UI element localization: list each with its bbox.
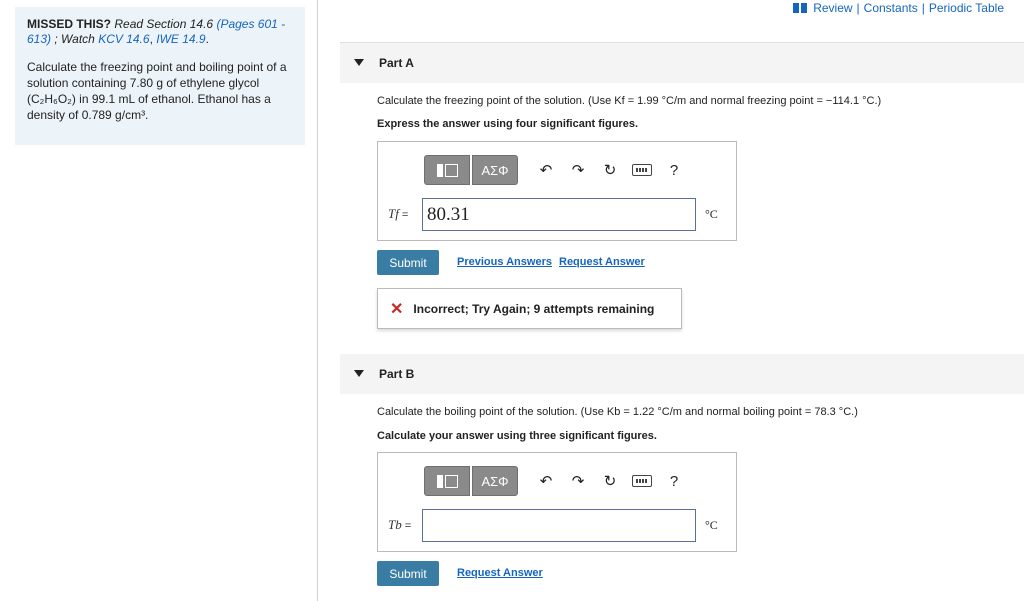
templates-icon [436,474,458,488]
hint-panel: MISSED THIS? Read Section 14.6 (Pages 60… [15,7,305,145]
feedback-text: Incorrect; Try Again; 9 attempts remaini… [413,301,655,316]
greek-button[interactable]: ΑΣΦ [472,466,518,496]
redo-icon[interactable]: ↷ [562,466,594,496]
separator: | [921,1,925,15]
part-a-header[interactable]: Part A [340,43,1024,83]
read-section-label: Read Section [114,17,187,31]
part-a-instruction: Express the answer using four significan… [377,118,639,130]
part-a-request-answer-link[interactable]: Request Answer [559,256,645,268]
part-a-answer-input[interactable] [422,198,696,231]
tb-symbol: Tb [388,517,402,532]
separator: | [856,1,860,15]
collapse-triangle-icon[interactable] [354,370,364,377]
tf-symbol: Tf [388,206,399,221]
redo-icon[interactable]: ↷ [562,155,594,185]
part-a-question: Calculate the freezing point of the solu… [377,95,882,107]
incorrect-feedback: ✕ Incorrect; Try Again; 9 attempts remai… [377,288,682,329]
math-toolbar: ΑΣΦ ↶ ↷ ↻ ? [424,465,690,497]
missed-this-text: MISSED THIS? Read Section 14.6 (Pages 60… [27,17,286,46]
kcv-link[interactable]: KCV 14.6 [98,32,149,46]
part-a-submit-button[interactable]: Submit [377,250,439,275]
problem-statement: Calculate the freezing point and boiling… [27,60,287,122]
tf-label: Tf = [388,206,408,222]
part-b-instruction: Calculate your answer using three signif… [377,430,657,442]
part-b-title: Part B [379,367,415,381]
book-icon [793,3,808,13]
section-number: 14.6 [189,17,214,31]
templates-button[interactable] [424,155,470,185]
reset-icon[interactable]: ↻ [594,466,626,496]
error-x-icon: ✕ [390,300,404,318]
part-b-request-answer-link[interactable]: Request Answer [457,567,543,579]
watch-label: ; Watch [54,32,95,46]
collapse-triangle-icon[interactable] [354,59,364,66]
panel-divider [317,0,318,601]
keyboard-icon [632,164,652,176]
periodic-table-link[interactable]: Periodic Table [929,1,1004,15]
help-button[interactable]: ? [658,155,690,185]
previous-answers-link[interactable]: Previous Answers [457,256,552,268]
tb-label: Tb = [388,517,411,533]
review-link[interactable]: Review [813,1,852,15]
iwe-link[interactable]: IWE 14.9 [156,32,205,46]
help-button[interactable]: ? [658,466,690,496]
templates-button[interactable] [424,466,470,496]
part-b-header[interactable]: Part B [340,354,1024,394]
part-b-unit: °C [705,518,718,532]
part-b-question: Calculate the boiling point of the solut… [377,406,858,418]
part-a-title: Part A [379,56,414,70]
equals-sign: = [401,209,409,221]
undo-icon[interactable]: ↶ [530,155,562,185]
constants-link[interactable]: Constants [864,1,918,15]
greek-button[interactable]: ΑΣΦ [472,155,518,185]
keyboard-button[interactable] [626,155,658,185]
keyboard-icon [632,475,652,487]
undo-icon[interactable]: ↶ [530,466,562,496]
part-a-answer-box: ΑΣΦ ↶ ↷ ↻ ? Tf= °C [377,141,737,241]
templates-icon [436,163,458,177]
missed-label: MISSED THIS? [27,17,112,31]
top-links: Review | Constants | Periodic Table [793,1,1004,15]
part-a-unit: °C [705,207,718,221]
part-b-answer-input[interactable] [422,509,696,542]
keyboard-button[interactable] [626,466,658,496]
equals-sign: = [404,520,412,532]
part-b-submit-button[interactable]: Submit [377,561,439,586]
math-toolbar: ΑΣΦ ↶ ↷ ↻ ? [424,154,690,186]
reset-icon[interactable]: ↻ [594,155,626,185]
part-b-answer-box: ΑΣΦ ↶ ↷ ↻ ? Tb = °C [377,452,737,552]
